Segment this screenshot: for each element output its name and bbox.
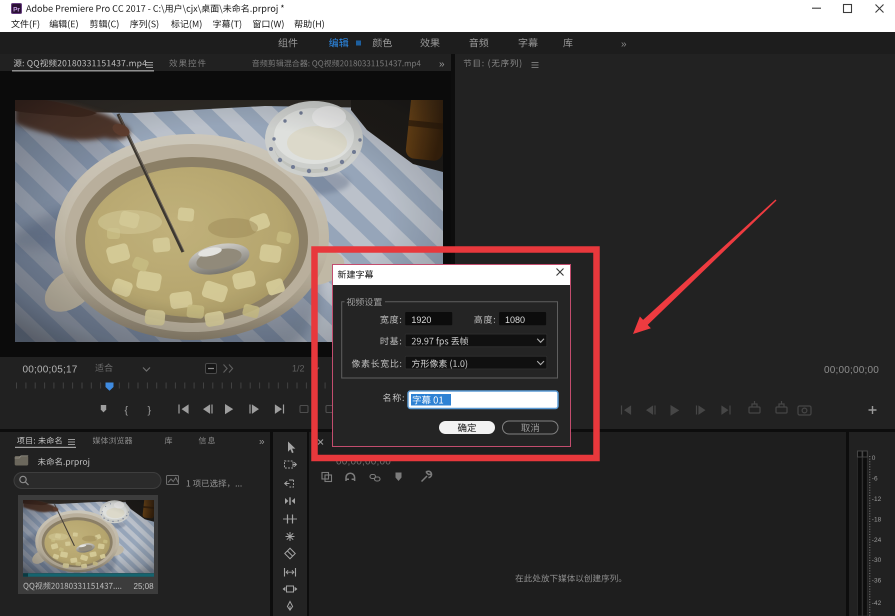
svg-text:-36: -36: [872, 578, 882, 585]
svg-text:00;00;05;17: 00;00;05;17: [23, 364, 78, 375]
svg-text:»: »: [621, 39, 627, 50]
svg-text:25;08: 25;08: [134, 582, 155, 591]
svg-text:0: 0: [872, 455, 876, 462]
svg-text:1/2: 1/2: [292, 364, 305, 374]
svg-text:-24: -24: [872, 537, 882, 544]
svg-text:1080: 1080: [505, 315, 525, 325]
svg-text:»: »: [259, 437, 265, 448]
svg-text:»: »: [439, 59, 445, 70]
svg-text:-30: -30: [872, 557, 882, 564]
svg-text:{: {: [125, 405, 129, 417]
svg-text:Pr: Pr: [13, 7, 20, 14]
svg-text:00;00;00;00: 00;00;00;00: [824, 365, 879, 376]
svg-text:-18: -18: [872, 516, 882, 523]
svg-text:-42: -42: [872, 600, 882, 607]
svg-text:-6: -6: [872, 475, 878, 482]
svg-text:}: }: [148, 405, 152, 417]
svg-text:1920: 1920: [411, 315, 431, 325]
svg-text:-12: -12: [872, 496, 882, 503]
